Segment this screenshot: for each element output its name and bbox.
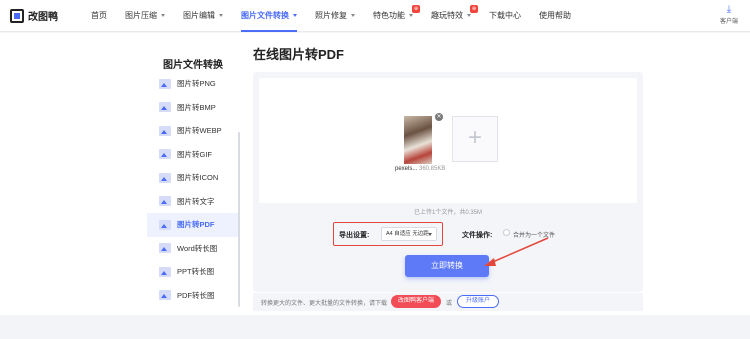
footer-or-text: 或 [446, 301, 453, 307]
nav-label: 图片压缩 [125, 11, 157, 20]
image-icon [159, 196, 171, 207]
client-vip-button[interactable]: 改图鸭客户端 [391, 295, 441, 308]
image-icon [159, 149, 171, 160]
nav-label: 趣玩特效 [431, 11, 463, 20]
page-title: 在线图片转PDF [253, 47, 345, 62]
export-settings-value: A4 自适应 无边距 [386, 231, 429, 237]
upgrade-account-button[interactable]: 升级账户 [457, 295, 499, 308]
main-nav: 首页 图片压缩 图片编辑 图片文件转换 照片修复 特色功能 ⊕ 趣玩特效 ⊕ 下载中… [82, 0, 580, 32]
sidebar-item-to-bmp[interactable]: 图片转BMP [147, 96, 239, 120]
annotation-arrow [484, 237, 549, 266]
chevron-down-icon [161, 14, 165, 18]
nav-label: 使用帮助 [539, 11, 571, 20]
image-icon [159, 102, 171, 113]
sidebar-item-to-gif[interactable]: 图片转GIF [147, 143, 239, 167]
image-icon [159, 219, 171, 230]
chevron-down-icon [219, 14, 223, 18]
export-settings-select[interactable]: A4 自适应 无边距 [381, 227, 437, 241]
merge-files-radio[interactable] [503, 229, 510, 236]
image-icon [159, 172, 171, 183]
image-icon [159, 78, 171, 89]
client-label: 客户端 [719, 19, 738, 25]
upload-summary: 已上传1个文件，共0.35M [413, 210, 482, 216]
uploaded-image-thumbnail[interactable] [404, 116, 432, 164]
sidebar-item-label: 图片转GIF [177, 149, 212, 159]
export-settings-label: 导出设置: [339, 232, 370, 239]
sidebar-item-word-to-long-image[interactable]: Word转长图 [147, 237, 239, 261]
logo-icon [10, 8, 24, 23]
sidebar-item-to-png[interactable]: 图片转PNG [147, 72, 239, 96]
chevron-down-icon [409, 14, 413, 18]
nav-item-help[interactable]: 使用帮助 [530, 0, 580, 32]
file-size: 360.85KB [419, 166, 446, 172]
nav-label: 下载中心 [489, 11, 521, 20]
image-icon [159, 290, 171, 301]
sidebar-item-to-webp[interactable]: 图片转WEBP [147, 119, 239, 143]
sidebar-item-to-text[interactable]: 图片转文字 [147, 190, 239, 214]
nav-item-file-convert[interactable]: 图片文件转换 [232, 0, 306, 32]
sidebar-item-label: 图片转BMP [177, 102, 216, 112]
nav-item-photo-repair[interactable]: 照片修复 [306, 0, 364, 32]
close-icon[interactable]: ✕ [435, 113, 443, 121]
sidebar-scrollbar[interactable] [238, 132, 240, 307]
download-icon: ⤓ [726, 4, 732, 15]
sidebar-title: 图片文件转换 [163, 60, 223, 71]
sidebar-item-label: 图片转WEBP [177, 126, 222, 136]
sidebar-item-ppt-to-long-image[interactable]: PPT转长图 [147, 260, 239, 284]
nav-label: 图片文件转换 [241, 11, 289, 20]
nav-label: 照片修复 [315, 11, 347, 20]
new-badge: ⊕ [470, 5, 478, 13]
sidebar-item-label: 图片转PNG [177, 79, 216, 89]
nav-item-image-compress[interactable]: 图片压缩 [116, 0, 174, 32]
nav-item-download-center[interactable]: 下载中心 [480, 0, 530, 32]
upload-dropzone[interactable]: ✕ pexels... 360.85KB + [259, 78, 637, 203]
sidebar-item-to-pdf[interactable]: 图片转PDF [147, 213, 239, 237]
nav-item-special-features[interactable]: 特色功能 ⊕ [364, 0, 422, 32]
sidebar-item-label: Word转长图 [177, 243, 218, 253]
top-navigation-bar: 改图鸭 首页 图片压缩 图片编辑 图片文件转换 照片修复 特色功能 ⊕ 趣玩特效 ⊕… [0, 0, 750, 32]
nav-label: 首页 [91, 11, 107, 20]
footer-text: 转换更大的文件、更大批量的文件转换，请下载 [261, 301, 388, 307]
chevron-down-icon [467, 14, 471, 18]
chevron-down-icon [351, 14, 355, 18]
nav-label: 特色功能 [373, 11, 405, 20]
image-icon [159, 243, 171, 254]
app-name: 改图鸭 [28, 12, 58, 23]
nav-item-image-edit[interactable]: 图片编辑 [174, 0, 232, 32]
sidebar-item-to-icon[interactable]: 图片转ICON [147, 166, 239, 190]
sidebar: 图片转PNG 图片转BMP 图片转WEBP 图片转GIF 图片转ICON 图片转… [147, 72, 239, 307]
add-file-button[interactable]: + [452, 116, 498, 162]
sidebar-item-pdf-to-long-image[interactable]: PDF转长图 [147, 284, 239, 308]
nav-label: 图片编辑 [183, 11, 215, 20]
chevron-down-icon [293, 14, 297, 18]
sidebar-item-label: PDF转长图 [177, 290, 215, 300]
nav-item-home[interactable]: 首页 [82, 0, 116, 32]
client-download-button[interactable]: ⤓ 客户端 [716, 4, 742, 25]
plus-icon: + [467, 124, 482, 151]
new-badge: ⊕ [412, 5, 420, 13]
logo[interactable]: 改图鸭 [10, 8, 58, 23]
image-icon [159, 125, 171, 136]
nav-item-fun-effects[interactable]: 趣玩特效 ⊕ [422, 0, 480, 32]
footer-bar: 转换更大的文件、更大批量的文件转换，请下载 改图鸭客户端 或 升级账户 [253, 293, 643, 311]
sidebar-item-label: 图片转文字 [177, 196, 215, 206]
file-name: pexels... [395, 166, 418, 172]
sidebar-item-label: PPT转长图 [177, 267, 215, 277]
sidebar-item-label: 图片转ICON [177, 173, 219, 183]
image-icon [159, 266, 171, 277]
chevron-down-icon [428, 233, 432, 236]
sidebar-item-label: 图片转PDF [177, 220, 215, 230]
